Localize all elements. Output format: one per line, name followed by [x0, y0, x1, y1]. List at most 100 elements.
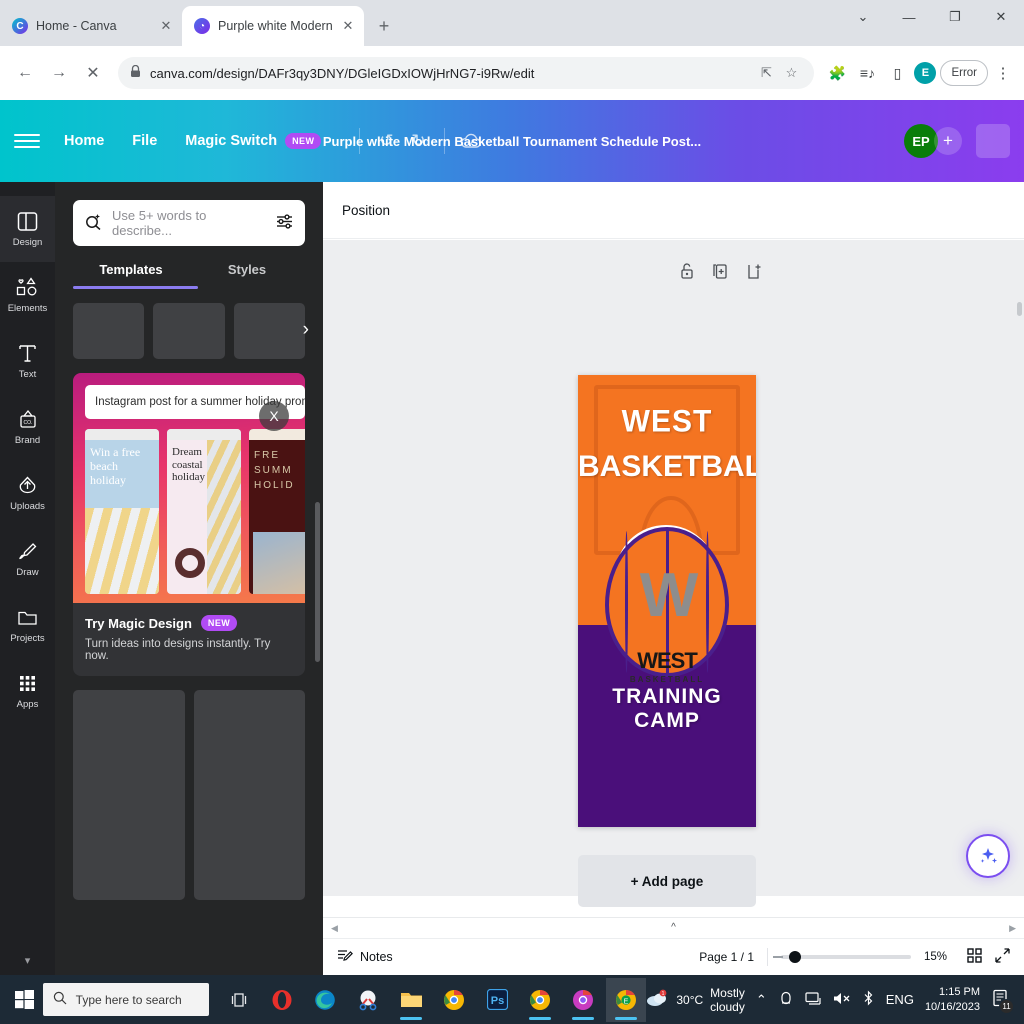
opera-icon[interactable] [262, 978, 302, 1022]
sidebar-item-design[interactable]: Design [0, 196, 55, 262]
filters-sliders-icon[interactable] [276, 213, 293, 234]
scroll-left-icon[interactable]: ◀ [331, 923, 338, 934]
tab-templates[interactable]: Templates [73, 262, 189, 289]
panel-expand-handle[interactable]: ^ [645, 918, 702, 936]
zoom-slider-knob[interactable] [789, 951, 801, 963]
duplicate-page-icon[interactable] [712, 263, 728, 284]
divider [444, 128, 446, 154]
bluetooth-icon[interactable] [862, 990, 875, 1009]
back-icon[interactable]: ← [10, 58, 40, 88]
template-thumbnail[interactable] [73, 690, 185, 900]
unlock-icon[interactable] [680, 263, 694, 284]
redo-icon[interactable]: ↻ [402, 125, 434, 157]
photoshop-icon[interactable]: Ps [477, 978, 517, 1022]
bookmark-star-icon[interactable]: ☆ [780, 65, 802, 81]
share-button-placeholder[interactable] [976, 124, 1010, 158]
saved-cloud-icon[interactable] [455, 125, 487, 157]
header-item-file[interactable]: File [132, 133, 157, 149]
header-item-magic-switch[interactable]: Magic Switch NEW [185, 133, 322, 149]
grid-view-icon[interactable] [967, 948, 982, 966]
notes-button[interactable]: Notes [337, 948, 393, 967]
position-button[interactable]: Position [342, 203, 390, 218]
edge-icon[interactable] [305, 978, 345, 1022]
fullscreen-icon[interactable] [995, 948, 1010, 966]
chrome-icon[interactable] [434, 978, 474, 1022]
search-input[interactable]: Use 5+ words to describe... [73, 200, 305, 246]
reading-list-icon[interactable]: ≡♪ [854, 60, 880, 86]
canvas-vertical-scrollbar[interactable] [1017, 302, 1022, 316]
windows-logo-icon[interactable] [6, 990, 43, 1009]
header-item-label: Magic Switch [185, 133, 278, 149]
new-tab-button[interactable]: + [370, 12, 398, 40]
template-thumbnail[interactable] [233, 303, 305, 359]
add-collaborator-button[interactable]: + [934, 127, 962, 155]
window-minimize-icon[interactable]: — [886, 10, 932, 25]
carousel-next-icon[interactable]: › [303, 319, 309, 341]
language-indicator[interactable]: ENG [886, 992, 914, 1007]
tab-styles[interactable]: Styles [189, 262, 305, 289]
error-badge[interactable]: Error [940, 60, 988, 86]
sidebar-item-elements[interactable]: Elements [0, 262, 55, 328]
template-thumbnail[interactable] [193, 690, 305, 900]
sidebar-item-apps[interactable]: Apps [0, 658, 55, 724]
chrome-profile2-icon[interactable] [563, 978, 603, 1022]
window-expand-icon[interactable]: ⌄ [840, 9, 886, 25]
sidebar-item-uploads[interactable]: Uploads [0, 460, 55, 526]
network-icon[interactable] [805, 991, 822, 1009]
sidepanel-icon[interactable]: ▯ [884, 60, 910, 86]
tray-chevron-up-icon[interactable]: ⌃ [756, 992, 767, 1008]
notification-center-icon[interactable]: 11 [991, 989, 1014, 1014]
add-page-button[interactable]: + Add page [578, 855, 756, 907]
promo-card: Dream coastal holiday [167, 429, 241, 594]
canva-icon: C [12, 18, 28, 34]
browser-profile-avatar[interactable]: E [914, 62, 937, 84]
template-thumbnail[interactable] [73, 303, 145, 359]
template-thumbnail[interactable] [153, 303, 225, 359]
tab-close-icon[interactable]: ✕ [158, 18, 174, 34]
canvas-area[interactable]: W WEST BASKETBALL WEST BASKETBALL TRAINI… [323, 240, 1024, 907]
taskbar-search-input[interactable]: Type here to search [42, 983, 210, 1016]
file-explorer-icon[interactable] [391, 978, 431, 1022]
onedrive-icon[interactable] [778, 991, 794, 1009]
browser-tab-0[interactable]: C Home - Canva ✕ [0, 6, 182, 46]
promo-card: FRE SUMM HOLID [249, 429, 305, 594]
share-icon[interactable]: ⇱ [755, 65, 777, 81]
panel-scrollbar[interactable] [315, 502, 320, 662]
promo-title-row: Try Magic Design NEW [85, 615, 293, 631]
magic-sparkle-icon[interactable] [966, 834, 1010, 878]
sidebar-item-brand[interactable]: CO. Brand [0, 394, 55, 460]
weather-widget[interactable]: 1 30°C Mostly cloudy [646, 986, 745, 1014]
tab-close-icon[interactable]: ✕ [340, 18, 356, 34]
magic-design-promo-card[interactable]: Instagram post for a summer holiday prom… [73, 373, 305, 676]
sidebar-item-projects[interactable]: Projects [0, 592, 55, 658]
canvas-horizontal-scrollbar[interactable]: ◀ ▶ ^ [323, 917, 1024, 939]
volume-mute-icon[interactable] [833, 991, 851, 1009]
clock[interactable]: 1:15 PM 10/16/2023 [925, 985, 980, 1015]
zoom-slider[interactable] [773, 951, 911, 963]
task-view-icon[interactable] [219, 978, 259, 1022]
browser-menu-icon[interactable]: ⋮ [992, 64, 1014, 82]
undo-icon[interactable]: ↺ [370, 125, 402, 157]
sidebar-item-draw[interactable]: Draw [0, 526, 55, 592]
hamburger-icon[interactable] [14, 134, 40, 148]
scroll-right-icon[interactable]: ▶ [1009, 923, 1016, 934]
forward-icon[interactable]: → [44, 58, 74, 88]
extensions-puzzle-icon[interactable]: 🧩 [824, 60, 850, 86]
window-maximize-icon[interactable]: ❐ [932, 9, 978, 25]
avatar[interactable]: EP [904, 124, 938, 158]
rail-scroll-down-icon[interactable]: ▾ [25, 954, 31, 967]
chrome-active-icon[interactable]: E [606, 977, 647, 1022]
close-icon[interactable]: X [259, 401, 289, 431]
browser-tab-1[interactable]: ◔ Purple white Modern Basketball ✕ [182, 6, 364, 46]
stop-reload-icon[interactable]: ✕ [78, 58, 108, 88]
sidebar-item-label: Text [18, 369, 37, 380]
header-item-home[interactable]: Home [64, 133, 104, 149]
sidebar-item-label: Draw [16, 567, 39, 578]
address-bar[interactable]: canva.com/design/DAFr3qy3DNY/DGleIGDxIOW… [118, 57, 815, 89]
sidebar-item-text[interactable]: Text [0, 328, 55, 394]
add-page-after-icon[interactable] [746, 263, 762, 284]
window-close-icon[interactable]: ✕ [978, 9, 1024, 25]
chrome-profile-icon[interactable] [520, 978, 560, 1022]
snipping-tool-icon[interactable] [348, 978, 388, 1022]
design-poster[interactable]: W WEST BASKETBALL WEST BASKETBALL TRAINI… [578, 375, 756, 827]
